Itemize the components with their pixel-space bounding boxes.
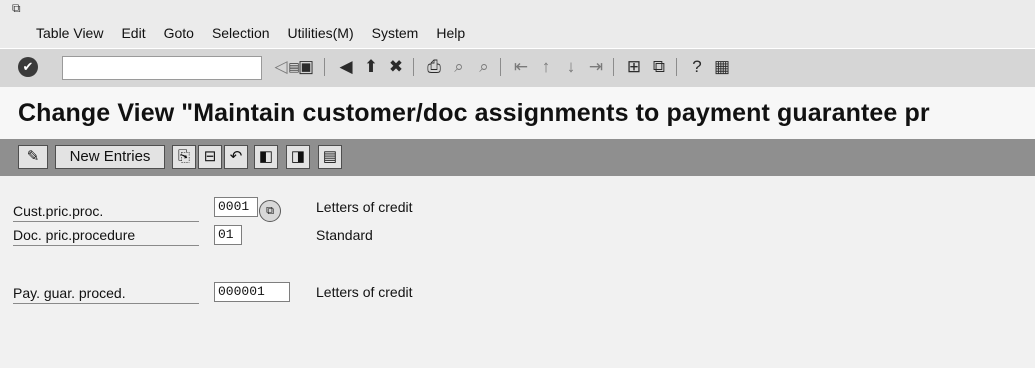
enter-icon[interactable]: ✔ [18,57,38,77]
value-help-icon[interactable]: ⧉ [259,200,281,222]
menu-edit[interactable]: Edit [121,25,145,41]
page-title: Change View "Maintain customer/doc assig… [18,99,930,127]
doc-pric-procedure-description: Standard [316,227,373,243]
main-content: Cust.pric.proc. 0001 ⧉ Letters of credit… [0,177,1035,368]
menu-help[interactable]: Help [436,25,465,41]
menu-bar: ⧉ Table View Edit Goto Selection Utiliti… [0,0,1035,48]
cust-pric-proc-label: Cust.pric.proc. [13,201,199,222]
doc-pric-procedure-input[interactable]: 01 [214,225,242,245]
menu-system[interactable]: System [372,25,419,41]
last-page-icon[interactable]: ⇥ [585,56,607,78]
find-next-icon[interactable]: ⌕ [473,56,495,78]
pay-guar-proced-description: Letters of credit [316,284,413,300]
delete-icon[interactable]: ⊟ [198,145,222,169]
copy-as-icon[interactable]: ⎘ [172,145,196,169]
undo-change-icon[interactable]: ↶ [224,145,248,169]
print-icon[interactable]: ⎙ [423,56,445,78]
separator [500,58,501,76]
pay-guar-proced-input[interactable]: 000001 [214,282,290,302]
variable-list-icon[interactable]: ▤ [318,145,342,169]
separator [613,58,614,76]
new-entries-button[interactable]: New Entries [55,145,165,169]
title-bar: Change View "Maintain customer/doc assig… [0,87,1035,139]
next-page-icon[interactable]: ↓ [560,56,582,78]
create-session-icon[interactable]: ⊞ [623,56,645,78]
find-icon[interactable]: ⌕ [448,56,470,78]
command-field[interactable]: ▤ [62,56,300,80]
separator [324,58,325,76]
layout-menu-icon[interactable]: ▦ [711,56,733,78]
menu-table-view[interactable]: Table View [36,25,103,41]
shortcut-icon[interactable]: ⧉ [648,56,670,78]
back-arrow-icon[interactable]: ◁ [270,56,292,78]
standard-toolbar: ✔ ▤ ◁ ▣ ◀ ⬆ ✖ ⎙ ⌕ ⌕ ⇤ ↑ ↓ ⇥ ⊞ ⧉ ? ▦ [0,48,1035,88]
previous-page-icon[interactable]: ↑ [535,56,557,78]
back-icon[interactable]: ◀ [335,56,357,78]
pay-guar-proced-label: Pay. guar. proced. [13,283,199,304]
menu-selection[interactable]: Selection [212,25,270,41]
menu-utilities[interactable]: Utilities(M) [288,25,354,41]
first-page-icon[interactable]: ⇤ [510,56,532,78]
cust-pric-proc-input[interactable]: 0001 [214,197,258,217]
display-change-icon[interactable]: ✎ [18,145,48,169]
system-menu-icon[interactable]: ⧉ [12,2,26,14]
save-icon[interactable]: ▣ [295,56,317,78]
exit-icon[interactable]: ⬆ [360,56,382,78]
menu-items: Table View Edit Goto Selection Utilities… [36,25,483,41]
next-entry-icon[interactable]: ◨ [286,145,310,169]
application-toolbar: ✎ New Entries ⎘ ⊟ ↶ ◧ ◨ ▤ [0,139,1035,176]
separator [676,58,677,76]
cancel-icon[interactable]: ✖ [385,56,407,78]
separator [413,58,414,76]
menu-goto[interactable]: Goto [164,25,194,41]
cust-pric-proc-description: Letters of credit [316,199,413,215]
previous-entry-icon[interactable]: ◧ [254,145,278,169]
help-icon[interactable]: ? [686,56,708,78]
doc-pric-procedure-label: Doc. pric.procedure [13,225,199,246]
